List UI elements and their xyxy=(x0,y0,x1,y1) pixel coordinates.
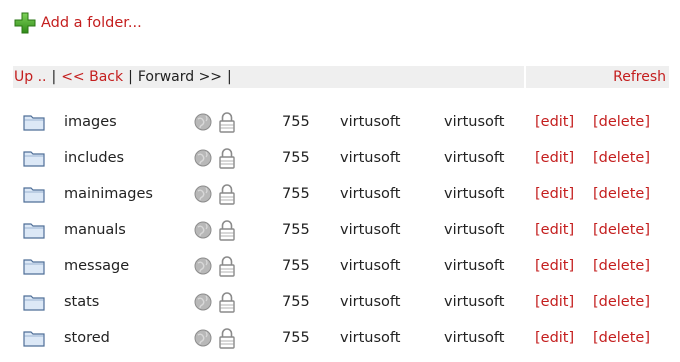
nav-links: Up .. | << Back | Forward >> | xyxy=(13,66,524,88)
group: virtusoft xyxy=(444,258,505,274)
folder-icon[interactable] xyxy=(23,185,45,203)
folder-name[interactable]: manuals xyxy=(64,222,126,238)
folder-row: stored 755 virtusoft virtusoft [edit] [d… xyxy=(0,326,680,362)
folder-row: includes 755 virtusoft virtusoft [edit] … xyxy=(0,146,680,182)
navigation-bar: Up .. | << Back | Forward >> | Refresh xyxy=(13,66,669,88)
group: virtusoft xyxy=(444,330,505,346)
lock-icon xyxy=(219,328,235,349)
lock-icon xyxy=(219,292,235,313)
lock-icon xyxy=(219,184,235,205)
forward-link[interactable]: Forward >> xyxy=(138,69,222,85)
globe-icon xyxy=(194,221,212,239)
folder-icon[interactable] xyxy=(23,293,45,311)
refresh-link[interactable]: Refresh xyxy=(613,69,666,85)
add-folder-label: Add a folder... xyxy=(41,15,142,31)
group: virtusoft xyxy=(444,294,505,310)
nav-separator: | xyxy=(227,69,232,85)
group: virtusoft xyxy=(444,222,505,238)
delete-link[interactable]: [delete] xyxy=(593,222,650,238)
folder-name[interactable]: mainimages xyxy=(64,186,153,202)
folder-name[interactable]: images xyxy=(64,114,117,130)
globe-icon xyxy=(194,113,212,131)
folder-row: message 755 virtusoft virtusoft [edit] [… xyxy=(0,254,680,290)
globe-icon xyxy=(194,293,212,311)
folder-row: mainimages 755 virtusoft virtusoft [edit… xyxy=(0,182,680,218)
globe-icon xyxy=(194,149,212,167)
edit-link[interactable]: [edit] xyxy=(535,150,574,166)
lock-icon xyxy=(219,112,235,133)
folder-row: images 755 virtusoft virtusoft [edit] [d… xyxy=(0,110,680,146)
folder-name[interactable]: stored xyxy=(64,330,110,346)
edit-link[interactable]: [edit] xyxy=(535,186,574,202)
folder-row: stats 755 virtusoft virtusoft [edit] [de… xyxy=(0,290,680,326)
edit-link[interactable]: [edit] xyxy=(535,222,574,238)
permissions: 755 xyxy=(282,258,310,274)
delete-link[interactable]: [delete] xyxy=(593,294,650,310)
edit-link[interactable]: [edit] xyxy=(535,258,574,274)
group: virtusoft xyxy=(444,114,505,130)
plus-icon xyxy=(14,12,36,34)
add-folder-button[interactable]: Add a folder... xyxy=(14,10,142,36)
folder-list: images 755 virtusoft virtusoft [edit] [d… xyxy=(0,110,680,362)
owner: virtusoft xyxy=(340,114,401,130)
nav-separator: | xyxy=(128,69,133,85)
owner: virtusoft xyxy=(340,258,401,274)
group: virtusoft xyxy=(444,150,505,166)
folder-name[interactable]: stats xyxy=(64,294,99,310)
lock-icon xyxy=(219,220,235,241)
permissions: 755 xyxy=(282,186,310,202)
delete-link[interactable]: [delete] xyxy=(593,186,650,202)
lock-icon xyxy=(219,148,235,169)
nav-refresh-cell: Refresh xyxy=(526,66,669,88)
edit-link[interactable]: [edit] xyxy=(535,294,574,310)
permissions: 755 xyxy=(282,294,310,310)
owner: virtusoft xyxy=(340,186,401,202)
folder-name[interactable]: includes xyxy=(64,150,124,166)
owner: virtusoft xyxy=(340,294,401,310)
permissions: 755 xyxy=(282,150,310,166)
owner: virtusoft xyxy=(340,222,401,238)
permissions: 755 xyxy=(282,114,310,130)
folder-icon[interactable] xyxy=(23,149,45,167)
delete-link[interactable]: [delete] xyxy=(593,114,650,130)
folder-icon[interactable] xyxy=(23,221,45,239)
folder-icon[interactable] xyxy=(23,113,45,131)
globe-icon xyxy=(194,257,212,275)
back-link[interactable]: << Back xyxy=(61,69,123,85)
folder-icon[interactable] xyxy=(23,257,45,275)
folder-name[interactable]: message xyxy=(64,258,129,274)
delete-link[interactable]: [delete] xyxy=(593,150,650,166)
owner: virtusoft xyxy=(340,150,401,166)
delete-link[interactable]: [delete] xyxy=(593,258,650,274)
permissions: 755 xyxy=(282,330,310,346)
permissions: 755 xyxy=(282,222,310,238)
globe-icon xyxy=(194,185,212,203)
nav-separator: | xyxy=(51,69,57,85)
edit-link[interactable]: [edit] xyxy=(535,114,574,130)
owner: virtusoft xyxy=(340,330,401,346)
folder-row: manuals 755 virtusoft virtusoft [edit] [… xyxy=(0,218,680,254)
globe-icon xyxy=(194,329,212,347)
group: virtusoft xyxy=(444,186,505,202)
edit-link[interactable]: [edit] xyxy=(535,330,574,346)
lock-icon xyxy=(219,256,235,277)
folder-icon[interactable] xyxy=(23,329,45,347)
up-link[interactable]: Up .. xyxy=(14,69,46,85)
delete-link[interactable]: [delete] xyxy=(593,330,650,346)
